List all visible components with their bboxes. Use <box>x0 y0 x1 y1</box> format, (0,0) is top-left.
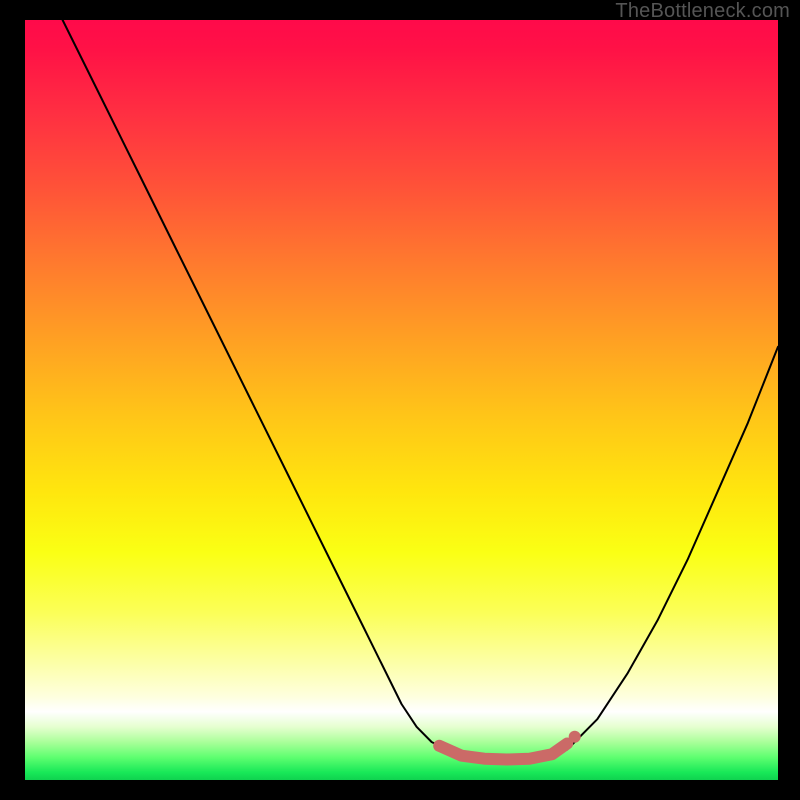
right-curve <box>567 347 778 750</box>
curve-overlay <box>25 20 778 780</box>
chart-frame: TheBottleneck.com <box>0 0 800 800</box>
plot-area <box>25 20 778 780</box>
plateau-end-dot <box>569 731 581 743</box>
plateau-highlight <box>439 744 567 760</box>
watermark-text: TheBottleneck.com <box>615 0 790 23</box>
left-curve <box>63 20 447 750</box>
